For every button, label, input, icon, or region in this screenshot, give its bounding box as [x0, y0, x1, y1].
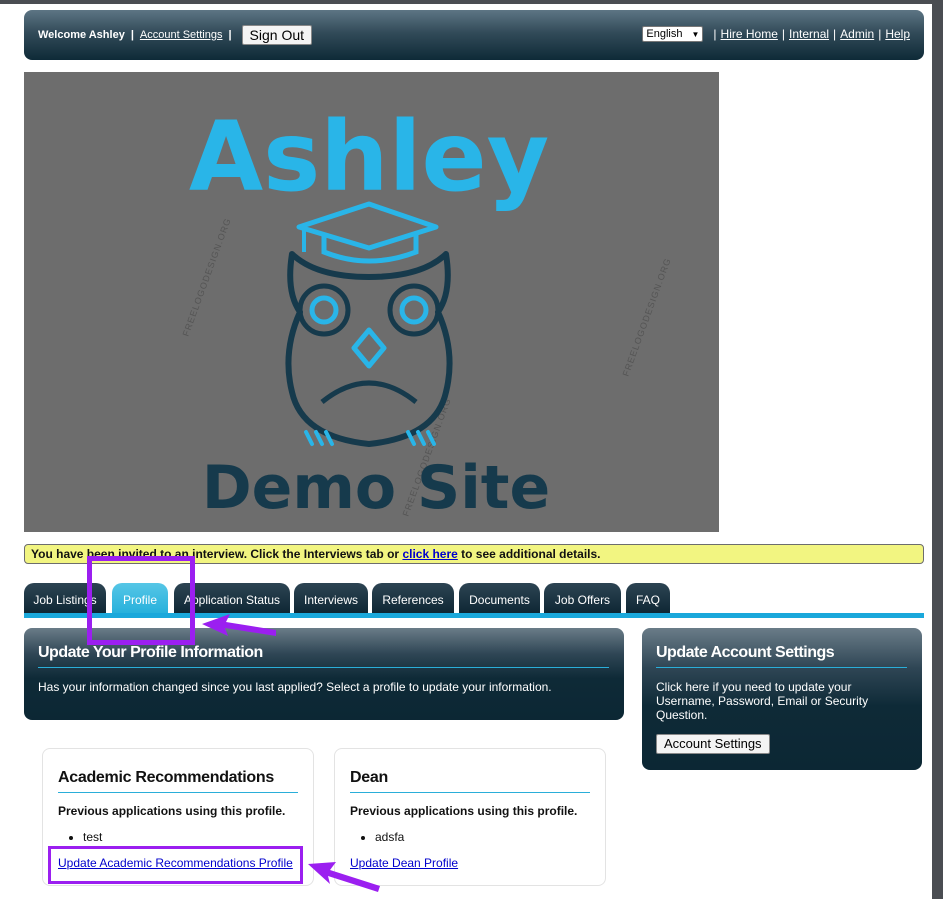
- account-panel-title: Update Account Settings: [656, 644, 835, 661]
- owl-beak: [351, 327, 387, 369]
- owl-eye: [387, 283, 441, 337]
- banner-title: Ashley: [189, 101, 549, 213]
- header-bar: Welcome Ashley | Account Settings | Sign…: [24, 10, 924, 60]
- list-item: adsfa: [375, 830, 404, 844]
- header-separator: |: [713, 27, 717, 41]
- previous-apps-label: Previous applications using this profile…: [58, 804, 286, 818]
- panel-rule: [656, 667, 907, 668]
- hire-home-link[interactable]: Hire Home: [721, 27, 778, 41]
- card-rule: [58, 792, 298, 793]
- previous-apps-label: Previous applications using this profile…: [350, 804, 578, 818]
- notice-text-end: to see additional details.: [457, 547, 601, 561]
- applications-list: adsfa: [335, 830, 404, 844]
- tab-references[interactable]: References: [372, 583, 454, 613]
- tab-faq[interactable]: FAQ: [626, 583, 670, 613]
- account-settings-link[interactable]: Account Settings: [140, 29, 223, 41]
- header-separator: |: [130, 29, 134, 41]
- owl-body: [285, 251, 453, 447]
- header-separator: |: [878, 27, 882, 41]
- language-value: English: [646, 28, 683, 40]
- owl-belly: [320, 380, 418, 404]
- tab-job-offers[interactable]: Job Offers: [544, 583, 621, 613]
- annotation-highlight-box: [87, 556, 195, 645]
- chevron-down-icon: ▼: [691, 29, 700, 39]
- tab-documents[interactable]: Documents: [459, 583, 540, 613]
- site-banner: FREELOGODESIGN.ORG FREELOGODESIGN.ORG FR…: [24, 72, 719, 532]
- profile-panel-title: Update Your Profile Information: [38, 644, 263, 661]
- list-item: test: [83, 830, 102, 844]
- owl-logo: Ashley Demo Site: [189, 101, 550, 523]
- account-settings-button[interactable]: Account Settings: [656, 734, 770, 754]
- owl-eye: [297, 283, 351, 337]
- profile-name: Dean: [350, 769, 388, 786]
- sign-out-button[interactable]: Sign Out: [241, 25, 313, 45]
- header-left: Welcome Ashley | Account Settings | Sign…: [38, 25, 313, 45]
- header-separator: |: [781, 27, 786, 41]
- header-separator: |: [228, 29, 232, 41]
- annotation-highlight-box: [48, 846, 303, 884]
- profile-panel-text: Has your information changed since you l…: [38, 680, 552, 694]
- window-edge-top: [0, 0, 943, 4]
- welcome-text: Welcome Ashley: [38, 29, 125, 41]
- window-edge-right: [932, 0, 943, 899]
- account-panel-text: Click here if you need to update your Us…: [656, 680, 869, 722]
- admin-link[interactable]: Admin: [840, 27, 874, 41]
- notice-link[interactable]: click here: [402, 547, 457, 561]
- card-rule: [350, 792, 590, 793]
- owl-pupil: [309, 295, 339, 325]
- tab-interviews[interactable]: Interviews: [294, 583, 368, 613]
- owl-pupil: [399, 295, 429, 325]
- language-select[interactable]: English ▼: [642, 26, 704, 42]
- panel-rule: [38, 667, 609, 668]
- internal-link[interactable]: Internal: [789, 27, 829, 41]
- annotation-arrow-icon: [308, 862, 380, 892]
- account-settings-panel: Update Account Settings Click here if yo…: [642, 628, 922, 770]
- applications-list: test: [43, 830, 102, 844]
- help-link[interactable]: Help: [885, 27, 910, 41]
- header-right: English ▼ | Hire Home | Internal | Admin…: [642, 26, 910, 42]
- banner-subtitle: Demo Site: [202, 453, 550, 523]
- header-separator: |: [833, 27, 837, 41]
- profile-name: Academic Recommendations: [58, 769, 274, 786]
- annotation-arrow-icon: [202, 614, 276, 636]
